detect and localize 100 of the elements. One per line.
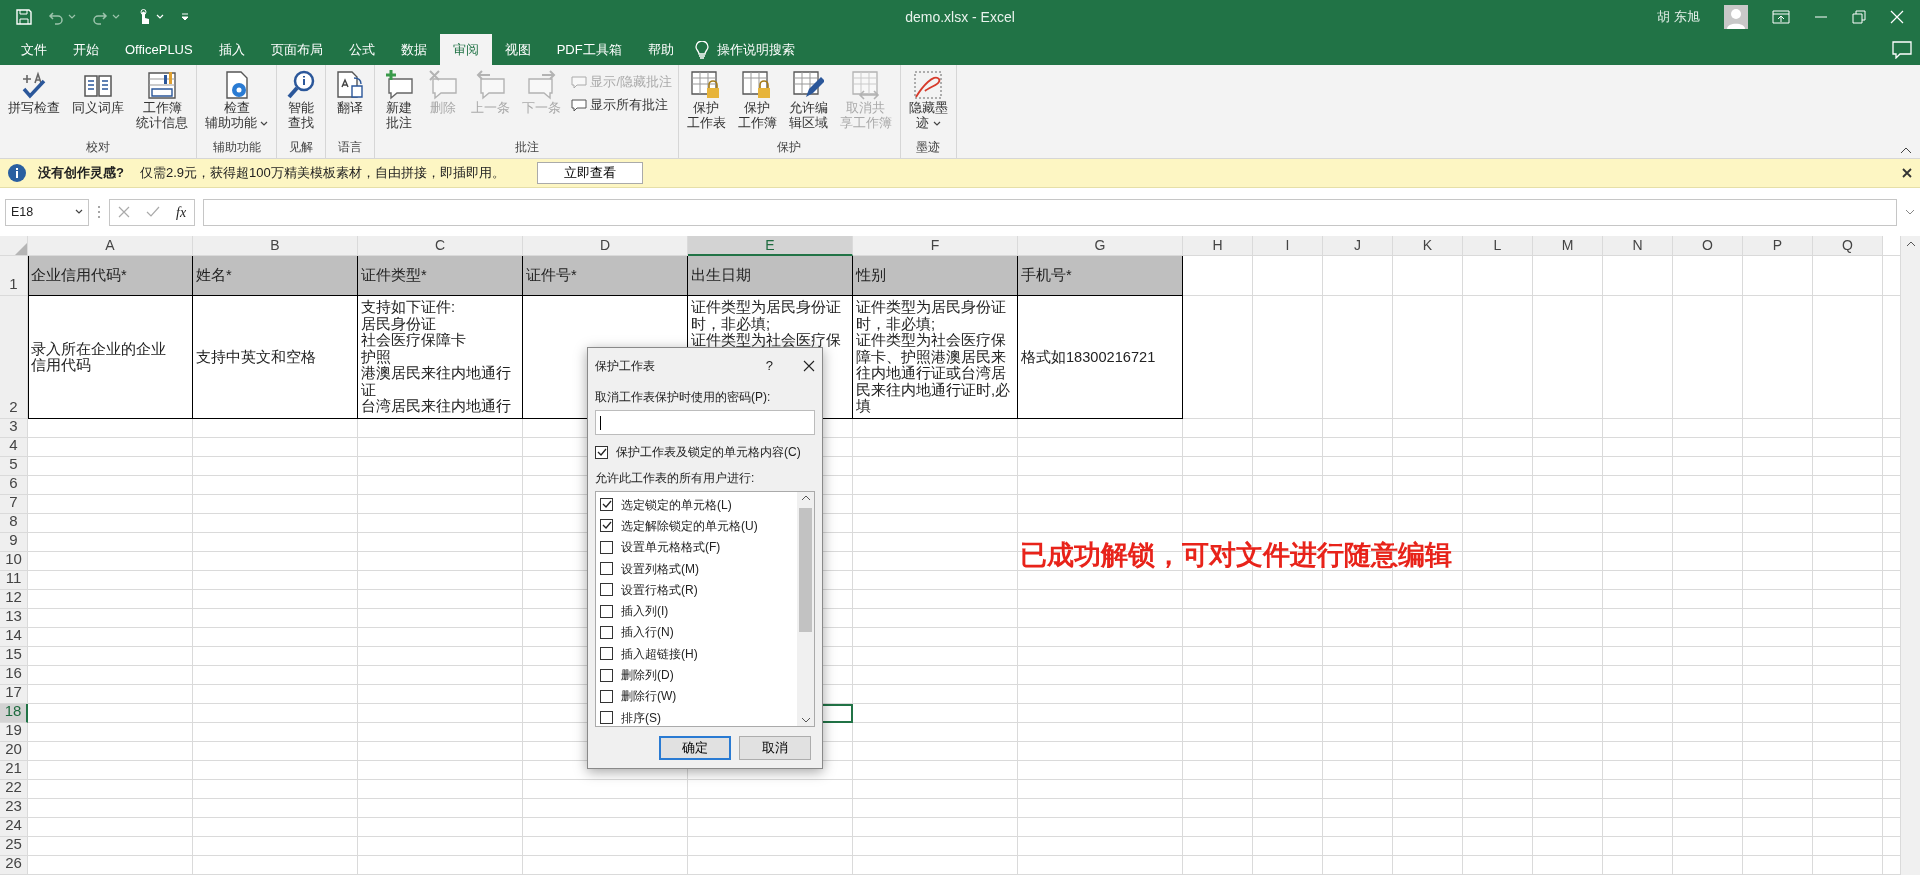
- ribbon-button[interactable]: 显示所有批注: [569, 95, 674, 115]
- checkbox[interactable]: [600, 519, 613, 533]
- checkbox-label[interactable]: 插入行(N): [621, 623, 674, 642]
- row-header[interactable]: 15: [0, 647, 28, 666]
- scrollbar-thumb[interactable]: [799, 508, 812, 632]
- column-header[interactable]: H: [1183, 236, 1253, 256]
- drag-handle-icon[interactable]: [97, 205, 101, 219]
- scrollbar[interactable]: [1900, 236, 1920, 875]
- ribbon-button[interactable]: 检查 辅助功能: [201, 69, 273, 131]
- row-header[interactable]: 1: [0, 256, 28, 296]
- formula-input[interactable]: [203, 198, 1897, 226]
- column-header[interactable]: Q: [1813, 236, 1883, 256]
- checkbox-label[interactable]: 插入超链接(H): [621, 644, 698, 663]
- ribbon-button[interactable]: 隐藏墨 迹: [904, 69, 952, 131]
- name-box[interactable]: E18: [5, 198, 89, 226]
- row-header[interactable]: 11: [0, 571, 28, 590]
- checkbox[interactable]: [600, 540, 613, 554]
- dialog-button[interactable]: 确定: [659, 736, 731, 760]
- comment-icon[interactable]: [1892, 40, 1912, 59]
- ribbon-button[interactable]: 拼写检查: [4, 69, 64, 116]
- undo-icon[interactable]: [48, 9, 64, 25]
- view-now-button[interactable]: 立即查看: [536, 161, 643, 185]
- column-header[interactable]: E: [688, 236, 853, 256]
- restore-icon[interactable]: [1852, 10, 1866, 24]
- ribbon-button[interactable]: 同义词库: [68, 69, 128, 116]
- row-header[interactable]: 12: [0, 590, 28, 609]
- ribbon-tab[interactable]: 文件: [8, 34, 60, 65]
- checkbox-label[interactable]: 排序(S): [621, 708, 661, 727]
- checkbox[interactable]: [600, 668, 613, 682]
- ribbon-tab[interactable]: OfficePLUS: [112, 34, 206, 65]
- row-header[interactable]: 9: [0, 533, 28, 552]
- row-header[interactable]: 4: [0, 438, 28, 457]
- close-icon[interactable]: [803, 360, 815, 372]
- ribbon-button[interactable]: 新建 批注: [379, 69, 420, 131]
- checkbox[interactable]: [600, 583, 613, 597]
- expand-icon[interactable]: [1905, 208, 1915, 216]
- column-header[interactable]: N: [1603, 236, 1673, 256]
- row-header[interactable]: 20: [0, 742, 28, 761]
- scroll-up-icon[interactable]: [1905, 240, 1916, 248]
- checkbox-label[interactable]: 选定锁定的单元格(L): [621, 495, 732, 514]
- ribbon-button[interactable]: 工作簿 统计信息: [132, 69, 192, 131]
- checkbox-label[interactable]: 保护工作表及锁定的单元格内容(C): [616, 443, 801, 461]
- ribbon-tab[interactable]: 页面布局: [257, 34, 336, 65]
- checkbox-label[interactable]: 选定解除锁定的单元格(U): [621, 516, 758, 535]
- row-header[interactable]: 6: [0, 476, 28, 495]
- checkbox[interactable]: [600, 625, 613, 639]
- ribbon-display-icon[interactable]: [1772, 10, 1790, 24]
- row-header[interactable]: 22: [0, 780, 28, 799]
- row-header[interactable]: 7: [0, 495, 28, 514]
- column-header[interactable]: K: [1393, 236, 1463, 256]
- column-header[interactable]: F: [853, 236, 1018, 256]
- checkbox-label[interactable]: 删除列(D): [621, 666, 674, 684]
- row-header[interactable]: 18: [0, 704, 28, 723]
- ribbon-tab[interactable]: 数据: [387, 34, 440, 65]
- save-icon[interactable]: [16, 9, 32, 25]
- help-button[interactable]: ?: [765, 356, 773, 376]
- ribbon-tab[interactable]: PDF工具箱: [543, 34, 635, 65]
- column-header[interactable]: O: [1673, 236, 1743, 256]
- column-header[interactable]: P: [1743, 236, 1813, 256]
- column-header[interactable]: M: [1533, 236, 1603, 256]
- ribbon-button[interactable]: 翻译: [330, 69, 371, 116]
- row-header[interactable]: 16: [0, 666, 28, 685]
- ribbon-tab[interactable]: 开始: [60, 34, 112, 65]
- checkbox[interactable]: [600, 498, 613, 512]
- ribbon-button[interactable]: 智能 查找: [281, 69, 322, 131]
- row-header[interactable]: 2: [0, 296, 28, 419]
- ribbon-button[interactable]: 允许编 辑区域: [784, 69, 832, 131]
- checkbox-label[interactable]: 设置单元格格式(F): [621, 538, 721, 557]
- ribbon-tab[interactable]: 插入: [205, 34, 258, 65]
- column-header[interactable]: B: [193, 236, 358, 256]
- password-field[interactable]: [595, 410, 815, 435]
- user-name[interactable]: 胡 东旭: [1657, 7, 1700, 27]
- column-header[interactable]: A: [28, 236, 193, 256]
- tell-me-search[interactable]: 操作说明搜索: [716, 39, 795, 60]
- checkbox-label[interactable]: 删除行(W): [621, 687, 677, 706]
- column-header[interactable]: G: [1018, 236, 1183, 256]
- row-header[interactable]: 13: [0, 609, 28, 628]
- checkbox[interactable]: [600, 562, 613, 576]
- ribbon-tab[interactable]: 帮助: [634, 34, 687, 65]
- scrollbar[interactable]: [797, 492, 814, 726]
- ribbon-tab[interactable]: 审阅: [439, 34, 492, 65]
- row-header[interactable]: 25: [0, 837, 28, 856]
- row-header[interactable]: 19: [0, 723, 28, 742]
- checkbox[interactable]: [600, 647, 613, 661]
- redo-icon[interactable]: [92, 9, 108, 25]
- checkbox[interactable]: [600, 689, 613, 703]
- row-header[interactable]: 8: [0, 514, 28, 533]
- ribbon-tab[interactable]: 公式: [335, 34, 388, 65]
- row-header[interactable]: 23: [0, 799, 28, 818]
- column-header[interactable]: C: [358, 236, 523, 256]
- ribbon-button[interactable]: 保护 工作簿: [733, 69, 781, 131]
- column-header[interactable]: I: [1253, 236, 1323, 256]
- customize-icon[interactable]: [180, 12, 190, 22]
- row-header[interactable]: 26: [0, 856, 28, 875]
- ribbon-tab[interactable]: 视图: [491, 34, 544, 65]
- checkbox-label[interactable]: 设置行格式(R): [621, 580, 698, 599]
- row-header[interactable]: 17: [0, 685, 28, 704]
- collapse-ribbon-icon[interactable]: [1900, 146, 1912, 154]
- column-header[interactable]: D: [523, 236, 688, 256]
- column-header[interactable]: J: [1323, 236, 1393, 256]
